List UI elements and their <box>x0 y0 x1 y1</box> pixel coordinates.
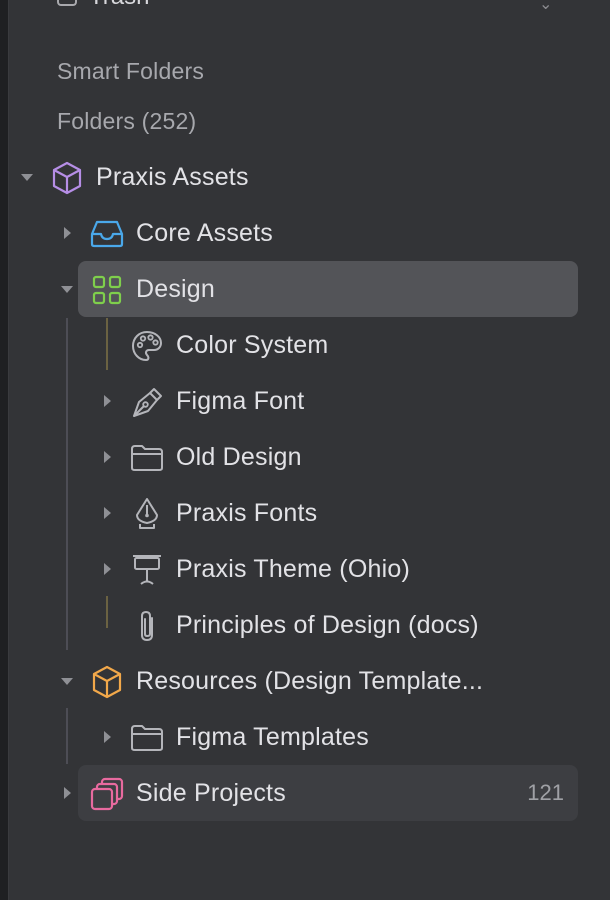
inbox-tray-icon <box>90 217 124 251</box>
disclosure-collapsed-icon[interactable] <box>57 205 77 261</box>
disclosure-collapsed-icon[interactable] <box>57 765 77 821</box>
tree-item-color-system[interactable]: Color System <box>9 317 579 373</box>
folder-icon <box>130 721 164 755</box>
item-count-badge: 121 <box>527 780 564 805</box>
disclosure-expanded-icon[interactable] <box>57 653 77 709</box>
keynote-icon <box>130 553 164 587</box>
tree-item-label: Praxis Assets <box>96 163 249 191</box>
tree-item-label: Design <box>136 275 216 303</box>
palette-icon <box>130 329 164 363</box>
trash-icon <box>57 0 77 6</box>
tree-item-label: Praxis Fonts <box>176 499 318 527</box>
tree-item-label: Figma Font <box>176 387 305 415</box>
grid-icon <box>90 273 124 307</box>
tree-item-side-projects[interactable]: Side Projects 121 <box>64 765 578 821</box>
tree-item-praxis-theme[interactable]: Praxis Theme (Ohio) <box>9 541 579 597</box>
tree-item-resources[interactable]: Resources (Design Template... <box>9 653 579 709</box>
pen-nib-icon <box>130 497 164 531</box>
tree-item-label: Principles of Design (docs) <box>176 611 479 639</box>
tree-item-design[interactable]: Design <box>61 261 578 317</box>
disclosure-collapsed-icon[interactable] <box>97 541 117 597</box>
tree-item-label: Resources (Design Template... <box>136 667 484 695</box>
tree-item-principles[interactable]: Principles of Design (docs) <box>9 597 579 653</box>
tree-item-label: Old Design <box>176 443 302 471</box>
tree-item-label: Core Assets <box>136 219 273 247</box>
window-edge <box>0 0 9 900</box>
sidebar-item-trash[interactable]: Trash <box>57 0 149 11</box>
disclosure-collapsed-icon[interactable] <box>97 373 117 429</box>
tree-item-label: Praxis Theme (Ohio) <box>176 555 410 583</box>
cube-icon <box>50 161 84 195</box>
tree-item-label: Color System <box>176 331 329 359</box>
tree-item-label: Side Projects <box>136 779 286 807</box>
pen-tool-icon <box>130 385 164 419</box>
tree-item-praxis-fonts[interactable]: Praxis Fonts <box>9 485 579 541</box>
disclosure-expanded-icon[interactable] <box>57 261 77 317</box>
tree-item-figma-font[interactable]: Figma Font <box>9 373 579 429</box>
tree-item-praxis-assets[interactable]: Praxis Assets <box>9 149 579 205</box>
tree-item-core-assets[interactable]: Core Assets <box>9 205 579 261</box>
disclosure-expanded-icon[interactable] <box>17 149 37 205</box>
disclosure-collapsed-icon[interactable] <box>97 429 117 485</box>
disclosure-collapsed-icon[interactable] <box>97 485 117 541</box>
stacked-folders-icon <box>90 777 124 811</box>
tree-item-label: Figma Templates <box>176 723 369 751</box>
sidebar: Trash ⌄ Smart Folders Folders (252) Prax… <box>9 0 610 900</box>
folder-icon <box>130 441 164 475</box>
tree-item-figma-templates[interactable]: Figma Templates <box>9 709 579 765</box>
tree-item-old-design[interactable]: Old Design <box>9 429 579 485</box>
section-smart-folders[interactable]: Smart Folders <box>57 58 204 85</box>
disclosure-collapsed-icon[interactable] <box>97 709 117 765</box>
section-folders[interactable]: Folders (252) <box>57 108 196 135</box>
paperclip-icon <box>130 609 164 643</box>
chevron-down-icon[interactable]: ⌄ <box>539 0 552 14</box>
sidebar-item-label: Trash <box>89 0 149 11</box>
box-icon <box>90 665 124 699</box>
